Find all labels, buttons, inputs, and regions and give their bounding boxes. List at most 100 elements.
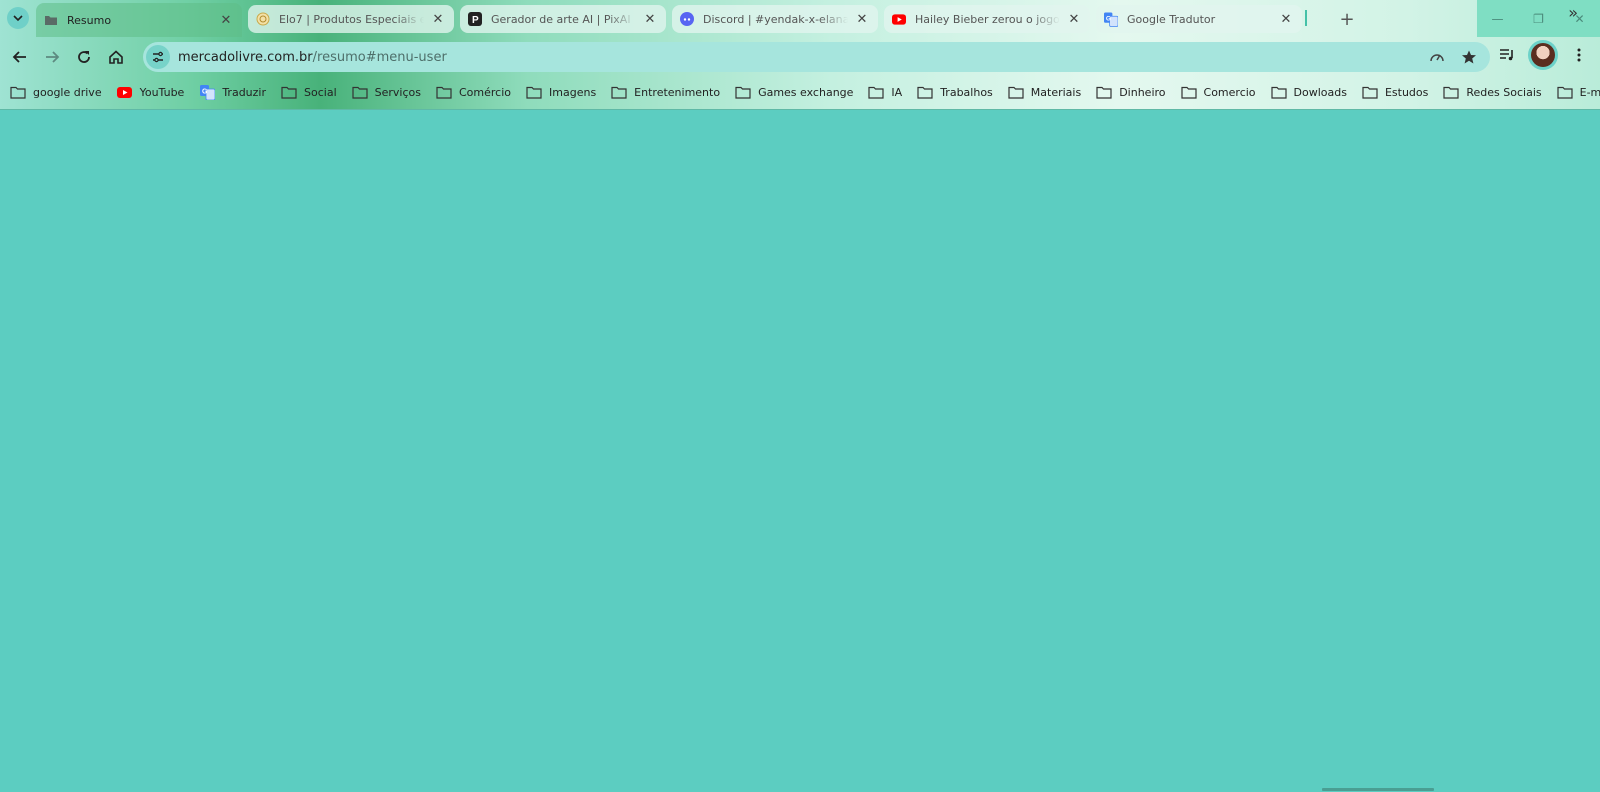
- youtube-icon: [117, 85, 133, 99]
- svg-text:G: G: [202, 88, 208, 95]
- tab-strip: Resumo ✕ Elo7 | Produtos Especiais e Per…: [0, 0, 1600, 37]
- close-icon[interactable]: ✕: [1066, 11, 1082, 27]
- menu-button[interactable]: [1564, 40, 1594, 70]
- reload-icon: [78, 51, 90, 63]
- tab-pixai[interactable]: P Gerador de arte AI | PixAI ✕: [460, 5, 666, 33]
- tab-title: Resumo: [67, 13, 112, 27]
- bookmark-label: Dinheiro: [1119, 85, 1166, 99]
- close-window-icon[interactable]: ✕: [1559, 0, 1600, 37]
- bookmark-star-icon[interactable]: [1458, 46, 1480, 68]
- address-bar-actions: [1426, 46, 1480, 68]
- bookmark-label: YouTube: [139, 85, 185, 99]
- bookmark-label: Comercio: [1203, 85, 1256, 99]
- tab-search-button[interactable]: [7, 7, 29, 29]
- tab-youtube[interactable]: Hailey Bieber zerou o jogo #sh ✕: [884, 5, 1090, 33]
- bookmark-item[interactable]: Comercio: [1180, 85, 1256, 99]
- folder-icon: [1362, 85, 1378, 99]
- discord-icon: [680, 12, 694, 26]
- more-bookmarks-button[interactable]: »: [1568, 3, 1578, 22]
- bookmark-item[interactable]: Trabalhos: [917, 85, 993, 99]
- svg-text:G: G: [1106, 15, 1111, 22]
- minimize-icon[interactable]: —: [1477, 0, 1518, 37]
- bookmark-label: Materiais: [1030, 85, 1082, 99]
- taskbar-hint: [1322, 788, 1434, 791]
- folder-icon: [44, 13, 58, 27]
- elo7-icon: [256, 12, 270, 26]
- window-controls: — ❐ ✕: [1477, 0, 1600, 37]
- more-vertical-icon: [1577, 48, 1581, 62]
- folder-icon: [735, 85, 751, 99]
- bookmark-label: Traduzir: [222, 85, 267, 99]
- site-info-button[interactable]: [146, 45, 170, 69]
- bookmark-item[interactable]: IA: [868, 85, 902, 99]
- url-domain: mercadolivre.com.br: [178, 49, 313, 65]
- bookmark-item[interactable]: Redes Sociais: [1443, 85, 1542, 99]
- pixai-icon: P: [468, 12, 482, 26]
- home-button[interactable]: [104, 45, 128, 69]
- chevron-down-icon: [13, 15, 23, 22]
- bookmark-item[interactable]: Dinheiro: [1096, 85, 1166, 99]
- new-tab-button[interactable]: +: [1336, 8, 1358, 30]
- tune-icon: [153, 51, 163, 63]
- arrow-left-icon: [12, 51, 26, 63]
- bookmark-item[interactable]: google drive: [10, 85, 102, 99]
- folder-icon: [10, 85, 26, 99]
- profile-avatar[interactable]: [1528, 40, 1558, 70]
- reload-button[interactable]: [72, 45, 96, 69]
- url-text[interactable]: mercadolivre.com.br/resumo#menu-user: [178, 50, 447, 65]
- page-content: [0, 110, 1600, 792]
- home-icon: [109, 50, 123, 64]
- back-button[interactable]: [8, 45, 32, 69]
- browser-chrome: Resumo ✕ Elo7 | Produtos Especiais e Per…: [0, 0, 1600, 110]
- svg-text:P: P: [472, 15, 479, 26]
- tab-separator: [1305, 10, 1307, 26]
- tab-title: Hailey Bieber zerou o jogo #sh: [915, 12, 1060, 26]
- restore-icon[interactable]: ❐: [1518, 0, 1559, 37]
- bookmark-item[interactable]: Social: [281, 85, 337, 99]
- bookmark-item[interactable]: Games exchange: [735, 85, 853, 99]
- url-path: /resumo#menu-user: [312, 49, 447, 65]
- bookmark-item[interactable]: Estudos: [1362, 85, 1428, 99]
- folder-icon: [1270, 85, 1287, 99]
- bookmark-item[interactable]: YouTube: [117, 85, 185, 99]
- toolbar-right: [1492, 40, 1600, 70]
- bookmark-item[interactable]: G Traduzir: [199, 84, 267, 100]
- bookmark-item[interactable]: Dowloads: [1270, 85, 1347, 99]
- bookmark-label: Games exchange: [758, 85, 854, 99]
- folder-icon: [611, 85, 627, 99]
- close-icon[interactable]: ✕: [430, 11, 446, 27]
- bookmark-item[interactable]: Materiais: [1008, 85, 1081, 99]
- forward-button[interactable]: [40, 45, 64, 69]
- tab-google-tradutor[interactable]: G Google Tradutor ✕: [1096, 5, 1302, 33]
- folder-icon: [868, 85, 885, 99]
- address-bar[interactable]: mercadolivre.com.br/resumo#menu-user: [143, 42, 1490, 72]
- media-controls-button[interactable]: [1492, 40, 1522, 70]
- close-icon[interactable]: ✕: [1278, 11, 1294, 27]
- bookmark-label: IA: [891, 85, 903, 99]
- folder-icon: [1008, 85, 1024, 99]
- folder-icon: [917, 85, 933, 99]
- performance-icon[interactable]: [1426, 46, 1448, 68]
- bookmark-label: Estudos: [1384, 85, 1429, 99]
- bookmark-label: Imagens: [549, 85, 597, 99]
- bookmark-item[interactable]: Imagens: [526, 85, 596, 99]
- tab-discord[interactable]: Discord | #yendak-x-elana | Hist ✕: [672, 5, 878, 33]
- tab-resumo[interactable]: Resumo ✕: [36, 3, 242, 37]
- bookmark-item[interactable]: Comércio: [436, 85, 511, 99]
- folder-icon: [1096, 85, 1112, 99]
- folder-icon: [281, 85, 297, 99]
- tab-elo7[interactable]: Elo7 | Produtos Especiais e Pers ✕: [248, 5, 454, 33]
- close-icon[interactable]: ✕: [854, 11, 870, 27]
- bookmark-item[interactable]: Serviços: [352, 85, 421, 99]
- close-icon[interactable]: ✕: [642, 11, 658, 27]
- folder-icon: [352, 85, 368, 99]
- bookmark-label: Trabalhos: [940, 85, 993, 99]
- folder-icon: [1180, 85, 1197, 99]
- folder-icon: [1557, 85, 1573, 99]
- bookmark-item[interactable]: E-mails: [1557, 85, 1600, 99]
- bookmark-label: Dowloads: [1293, 85, 1347, 99]
- bookmark-label: E-mails: [1579, 85, 1600, 99]
- bookmark-item[interactable]: Entretenimento: [611, 85, 720, 99]
- close-icon[interactable]: ✕: [218, 12, 234, 28]
- tab-title: Google Tradutor: [1127, 12, 1216, 26]
